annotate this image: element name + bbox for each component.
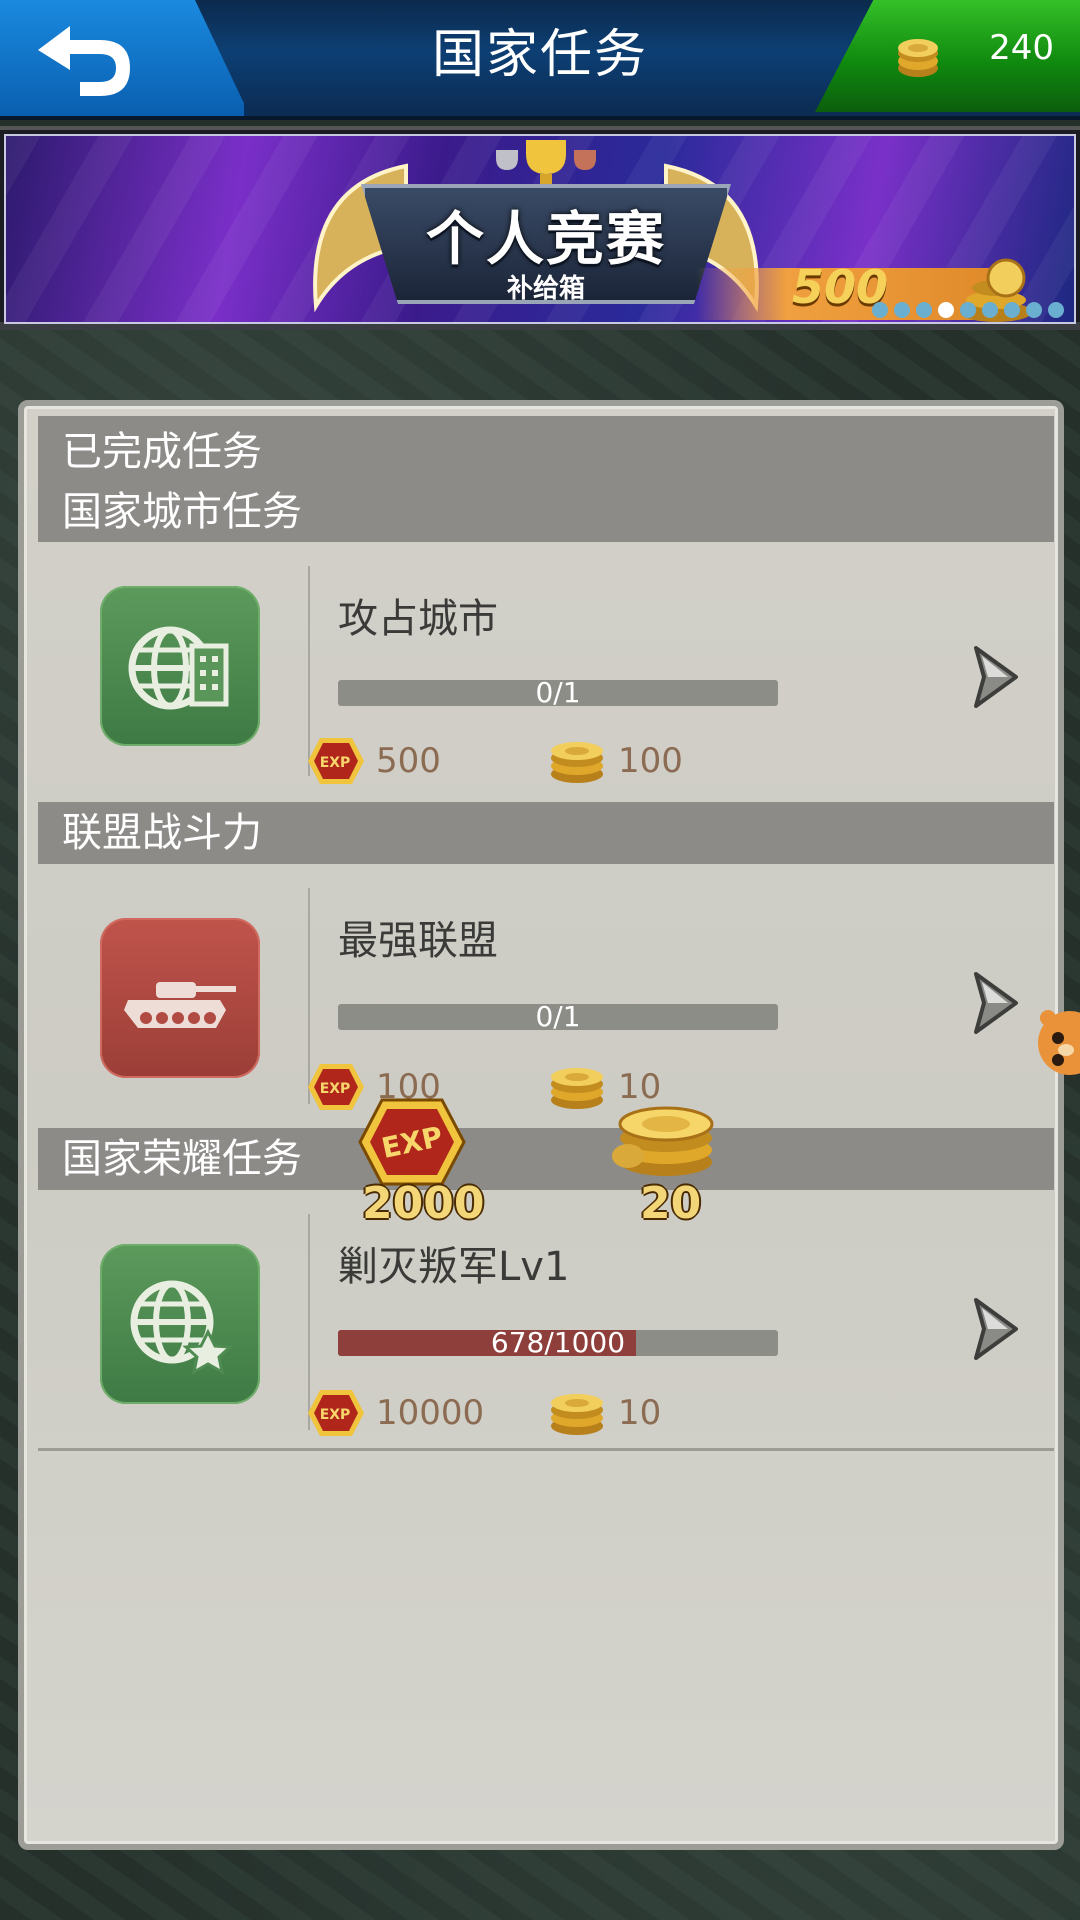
mascot-bear-icon[interactable] [1036, 998, 1080, 1088]
section-title-alliance: 联盟战斗力 [62, 810, 262, 856]
exp-badge-icon: EXP [308, 738, 364, 784]
floating-exp-value: 2000 [362, 1178, 485, 1229]
task-progress-text: 0/1 [535, 1004, 581, 1030]
task-panel: 已完成任务 国家城市任务 攻占城市 0/1 EXP 500 100 联盟战斗力 … [18, 400, 1064, 1850]
section-header-alliance: 联盟战斗力 [38, 802, 1054, 864]
banner-pagination[interactable] [872, 302, 1070, 322]
banner-page-dot[interactable] [1004, 302, 1020, 318]
task-progress-text: 0/1 [535, 680, 581, 706]
globe-star-icon [130, 1280, 234, 1375]
gold-coin-stack-icon [551, 742, 603, 783]
task-icon-tile [100, 1244, 260, 1404]
banner-page-dot[interactable] [916, 302, 932, 318]
list-bottom-divider [38, 1448, 1054, 1451]
globe-city-icon [128, 626, 229, 710]
event-banner[interactable]: 个人竞赛 补给箱 500 [0, 126, 1080, 330]
task-name: 剿灭叛军Lv1 [338, 1244, 570, 1290]
trophies-icon [496, 140, 596, 184]
svg-text:EXP: EXP [320, 755, 351, 771]
top-bar: 国家任务 240 [0, 0, 1080, 120]
exp-badge-icon: EXP [308, 1390, 364, 1436]
task-progress-text: 678/1000 [490, 1330, 626, 1356]
task-name: 攻占城市 [338, 596, 498, 642]
task-name: 最强联盟 [338, 918, 498, 964]
chevron-right-icon[interactable] [964, 968, 1024, 1038]
svg-text:EXP: EXP [320, 1081, 351, 1097]
exp-reward: EXP 10000 [306, 1388, 484, 1438]
task-progress-bar: 0/1 [338, 1004, 778, 1030]
svg-text:EXP: EXP [320, 1407, 351, 1423]
gold-coin-stack-icon [551, 1068, 603, 1109]
task-row-strongest-alliance[interactable]: 最强联盟 0/1 EXP 100 10 [38, 864, 1054, 1128]
coin-reward-value: 100 [618, 741, 683, 781]
banner-page-dot[interactable] [982, 302, 998, 318]
gold-coin-icon [898, 39, 938, 77]
chevron-right-icon[interactable] [964, 642, 1024, 712]
task-progress-bar: 678/1000 [338, 1330, 778, 1356]
section-title-glory: 国家荣耀任务 [62, 1136, 302, 1182]
exp-reward-value: 500 [376, 741, 441, 781]
banner-title: 个人竞赛 [425, 205, 666, 273]
exp-reward-value: 10000 [376, 1393, 485, 1433]
floating-coin-value: 20 [640, 1178, 702, 1229]
tank-icon [124, 982, 236, 1028]
coin-reward: 100 [548, 736, 683, 786]
task-progress-bar: 0/1 [338, 680, 778, 706]
banner-page-dot[interactable] [872, 302, 888, 318]
task-row-suppress-rebels[interactable]: 剿灭叛军Lv1 678/1000 EXP 10000 10 [38, 1190, 1054, 1454]
banner-page-dot-active[interactable] [938, 302, 954, 318]
banner-page-dot[interactable] [1026, 302, 1042, 318]
banner-page-dot[interactable] [1048, 302, 1064, 318]
section-header-glory: 国家荣耀任务 [38, 1128, 1054, 1190]
task-row-capture-city[interactable]: 攻占城市 0/1 EXP 500 100 [38, 542, 1054, 802]
section-title-city: 国家城市任务 [62, 489, 302, 535]
completed-tasks-label[interactable]: 已完成任务 [62, 422, 1054, 482]
banner-page-dot[interactable] [894, 302, 910, 318]
exp-reward: EXP 500 [306, 736, 441, 786]
banner-image: 个人竞赛 补给箱 500 [4, 134, 1076, 324]
section-header-city: 已完成任务 国家城市任务 [38, 416, 1054, 542]
coin-reward: 10 [548, 1388, 661, 1438]
gold-amount: 240 [989, 28, 1054, 68]
banner-subtitle: 补给箱 [506, 274, 585, 304]
chevron-right-icon[interactable] [964, 1294, 1024, 1364]
banner-page-dot[interactable] [960, 302, 976, 318]
task-icon-tile [100, 918, 260, 1078]
task-icon-tile [100, 586, 260, 746]
floating-exp-badge-icon: EXP [358, 1098, 466, 1186]
gold-coin-stack-icon [551, 1394, 603, 1435]
coin-reward-value: 10 [618, 1393, 662, 1433]
floating-gold-coin-icon [612, 1106, 714, 1176]
